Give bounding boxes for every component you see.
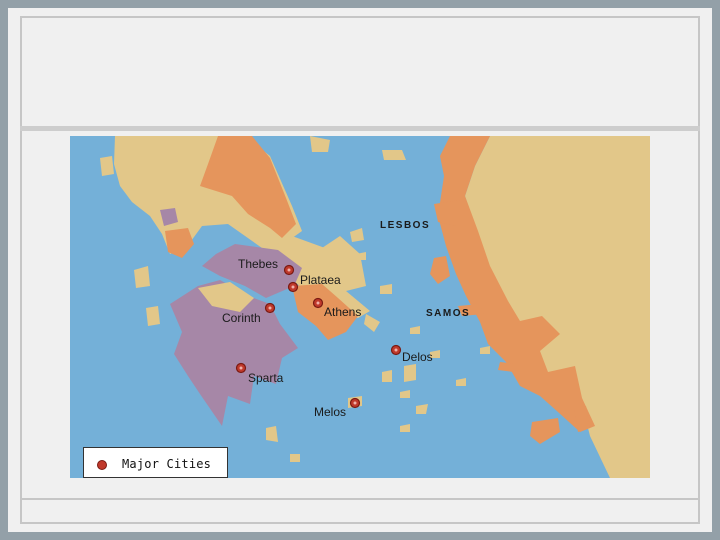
island-label-lesbos: LESBOS xyxy=(380,220,430,231)
frame-border-bottom xyxy=(20,522,700,524)
city-label-sparta: Sparta xyxy=(248,371,284,385)
southern-islet xyxy=(290,454,300,462)
city-marker-plataea xyxy=(287,281,299,293)
island-label-samos: SAMOS xyxy=(426,308,470,319)
paros-island xyxy=(382,370,392,382)
city-label-corinth: Corinth xyxy=(222,311,261,325)
city-marker-melos xyxy=(349,397,361,409)
city-label-thebes: Thebes xyxy=(238,257,278,271)
frame-border-right xyxy=(698,16,700,524)
city-marker-thebes xyxy=(283,264,295,276)
ionian-island xyxy=(146,306,160,326)
greece-map: Thebes Plataea Athens Corinth Sparta Del… xyxy=(70,136,650,478)
map-container: Thebes Plataea Athens Corinth Sparta Del… xyxy=(70,136,650,478)
city-label-athens: Athens xyxy=(324,305,361,319)
city-marker-athens xyxy=(312,297,324,309)
city-label-melos: Melos xyxy=(314,405,346,419)
aegean-islet xyxy=(382,150,406,160)
city-label-plataea: Plataea xyxy=(300,273,341,287)
city-marker-sparta xyxy=(235,362,247,374)
city-marker-delos xyxy=(390,344,402,356)
corfu-island xyxy=(100,156,114,176)
frame-border-left xyxy=(20,16,22,524)
frame-border-top xyxy=(20,16,700,18)
map-legend: Major Cities xyxy=(83,447,228,478)
title-divider xyxy=(20,126,700,131)
footer-divider xyxy=(20,498,700,500)
kythera-island xyxy=(266,426,278,442)
major-city-marker-icon xyxy=(97,460,107,470)
legend-label: Major Cities xyxy=(122,457,212,471)
city-label-delos: Delos xyxy=(402,350,433,364)
naxos-island xyxy=(404,364,416,382)
city-marker-corinth xyxy=(264,302,276,314)
